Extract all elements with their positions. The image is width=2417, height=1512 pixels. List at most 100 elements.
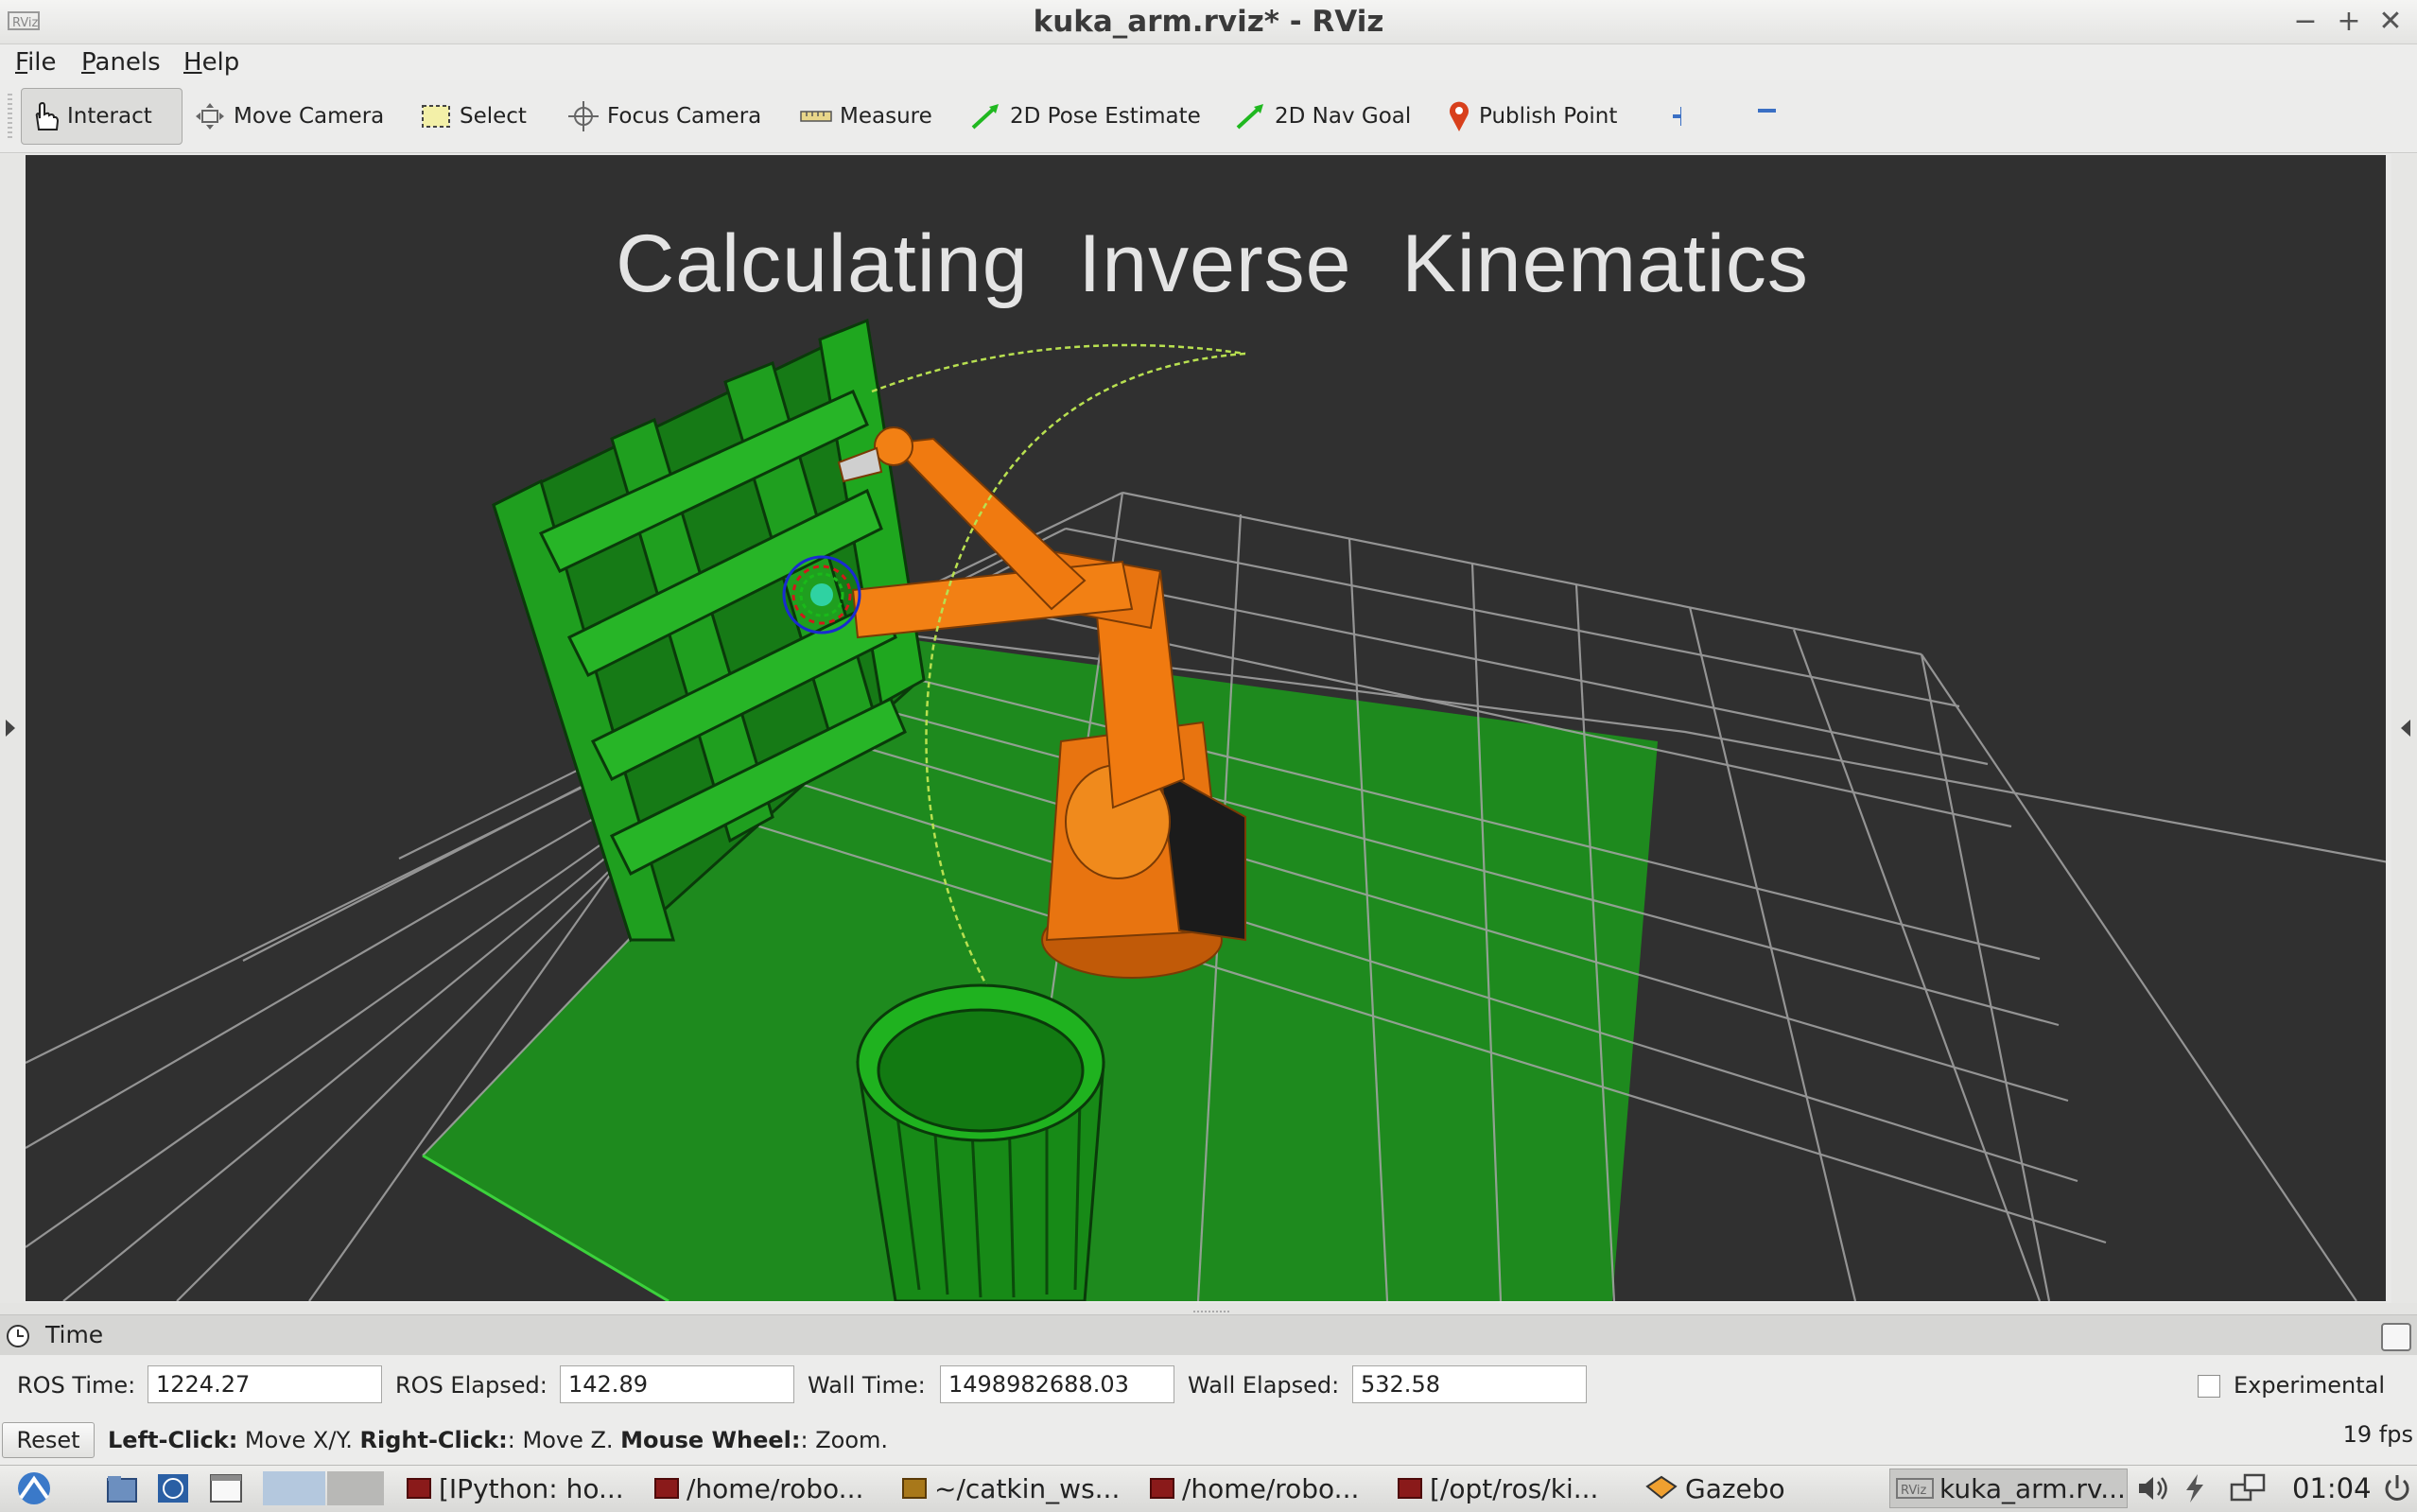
minimize-button[interactable]: − [2287,4,2324,40]
task-ipython[interactable]: [IPython: ho... [407,1469,634,1508]
task-opt-ros[interactable]: [/opt/ros/ki... [1398,1469,1625,1508]
volume-tray[interactable] [2135,1471,2171,1505]
panel-float-button[interactable] [2381,1323,2411,1351]
network-icon [2230,1473,2266,1502]
desktop-taskbar: [IPython: ho... /home/robo... ~/catkin_w… [0,1465,2417,1512]
ros-elapsed-label: ROS Elapsed: [395,1372,548,1399]
tool-2d-pose-estimate[interactable]: 2D Pose Estimate [961,88,1210,145]
rviz-3d-scene[interactable] [26,155,2386,1301]
logout-tray[interactable] [2379,1471,2415,1505]
power-off-icon [2385,1475,2409,1501]
rviz-icon: RViz [1896,1478,1934,1499]
taskbar-clock[interactable]: 01:04 [2292,1466,2372,1512]
tool-publish-point-label: Publish Point [1479,104,1618,129]
desktop-1[interactable] [263,1471,325,1505]
wall-time-field[interactable]: 1498982688.03 [940,1365,1174,1403]
wall-elapsed-label: Wall Elapsed: [1188,1372,1340,1399]
tool-measure-label: Measure [840,104,932,129]
toolbar-grip[interactable] [8,94,12,139]
task-catkin[interactable]: ~/catkin_ws... [902,1469,1129,1508]
experimental-label: Experimental [2234,1372,2386,1399]
overlay-text: Calculating Inverse Kinematics [616,218,1809,309]
time-panel: ROS Time: 1224.27 ROS Elapsed: 142.89 Wa… [0,1355,2417,1416]
tool-publish-point[interactable]: Publish Point [1437,88,1626,145]
reset-button[interactable]: Reset [2,1422,95,1458]
right-dock-toggle[interactable] [2391,154,2417,1303]
time-panel-header: Time [0,1314,2417,1356]
crosshair-icon [568,101,599,131]
render-viewport[interactable]: Calculating Inverse Kinematics [26,155,2386,1301]
clock-icon [7,1325,29,1347]
svg-text:RViz: RViz [1901,1484,1927,1498]
experimental-checkbox[interactable] [2198,1375,2220,1398]
browser-icon [158,1474,188,1503]
tool-interact[interactable]: Interact [21,88,183,145]
tools-toolbar: Interact Move Camera Select Focus Camera… [0,80,2417,153]
ros-time-field[interactable]: 1224.27 [148,1365,382,1403]
terminal-icon [1398,1478,1422,1499]
wall-time-label: Wall Time: [808,1372,926,1399]
map-pin-icon [1450,101,1469,131]
time-panel-title: Time [45,1321,104,1348]
ruler-icon [800,111,832,122]
terminal-icon [902,1478,927,1499]
minus-icon [1758,109,1776,113]
task-home-1[interactable]: /home/robo... [654,1469,881,1508]
power-icon [2186,1474,2203,1503]
task-rviz[interactable]: RViz kuka_arm.rv... [1889,1469,2128,1508]
green-arrow-icon [1236,104,1263,130]
tool-measure[interactable]: Measure [791,88,942,145]
terminal-icon [654,1478,679,1499]
browser-launcher[interactable] [155,1471,191,1505]
power-tray[interactable] [2177,1471,2213,1505]
tool-2d-pose-estimate-label: 2D Pose Estimate [1010,104,1201,129]
plus-icon [1673,107,1681,126]
gazebo-icon [1645,1475,1678,1500]
start-menu-button[interactable] [4,1471,64,1505]
status-bar: Reset Left-Click: Move X/Y. Right-Click:… [0,1416,2417,1465]
tool-move-camera-label: Move Camera [234,104,385,129]
green-arrow-icon [971,104,999,130]
fps-counter: 19 fps [2342,1421,2413,1448]
task-gazebo[interactable]: Gazebo [1643,1469,1870,1508]
tool-focus-camera-label: Focus Camera [607,104,762,129]
ros-elapsed-field[interactable]: 142.89 [560,1365,794,1403]
tool-focus-camera[interactable]: Focus Camera [558,88,771,145]
panel-splitter[interactable] [0,1303,2417,1314]
status-hint: Left-Click: Move X/Y. Right-Click:: Move… [108,1427,889,1453]
tool-select[interactable]: Select [410,88,536,145]
tool-2d-nav-goal[interactable]: 2D Nav Goal [1226,88,1420,145]
menu-panels[interactable]: Panels [81,44,161,80]
terminal-icon [407,1478,431,1499]
task-home-2[interactable]: /home/robo... [1150,1469,1377,1508]
wall-elapsed-field[interactable]: 532.58 [1352,1365,1587,1403]
window-icon [210,1474,242,1503]
select-rect-icon [422,105,450,128]
chevron-right-icon [6,720,15,737]
file-manager-launcher[interactable] [104,1471,140,1505]
volume-icon [2139,1477,2167,1500]
chevron-left-icon [2401,720,2410,737]
menu-bar: File Panels Help [0,44,2417,80]
left-dock-toggle[interactable] [0,154,25,1303]
network-tray[interactable] [2230,1471,2271,1505]
file-manager-icon [107,1476,137,1503]
tool-interact-label: Interact [67,104,152,129]
tool-2d-nav-goal-label: 2D Nav Goal [1275,104,1412,129]
remove-tool-button[interactable] [1746,88,1793,145]
title-bar: RViz kuka_arm.rviz* - RViz − + ✕ [0,0,2417,44]
hand-icon [35,101,60,130]
desktop-2[interactable] [327,1471,384,1505]
close-button[interactable]: ✕ [2372,4,2409,40]
menu-file[interactable]: File [15,44,57,80]
terminal-icon [1150,1478,1174,1499]
window-title: kuka_arm.rviz* - RViz [1033,5,1384,39]
move-camera-icon [196,103,224,130]
menu-help[interactable]: Help [183,44,239,80]
add-tool-button[interactable] [1661,88,1698,145]
start-menu-icon [18,1472,50,1504]
terminal-launcher[interactable] [208,1471,244,1505]
maximize-button[interactable]: + [2330,4,2368,40]
green-bin [856,983,1105,1301]
tool-move-camera[interactable]: Move Camera [184,88,393,145]
